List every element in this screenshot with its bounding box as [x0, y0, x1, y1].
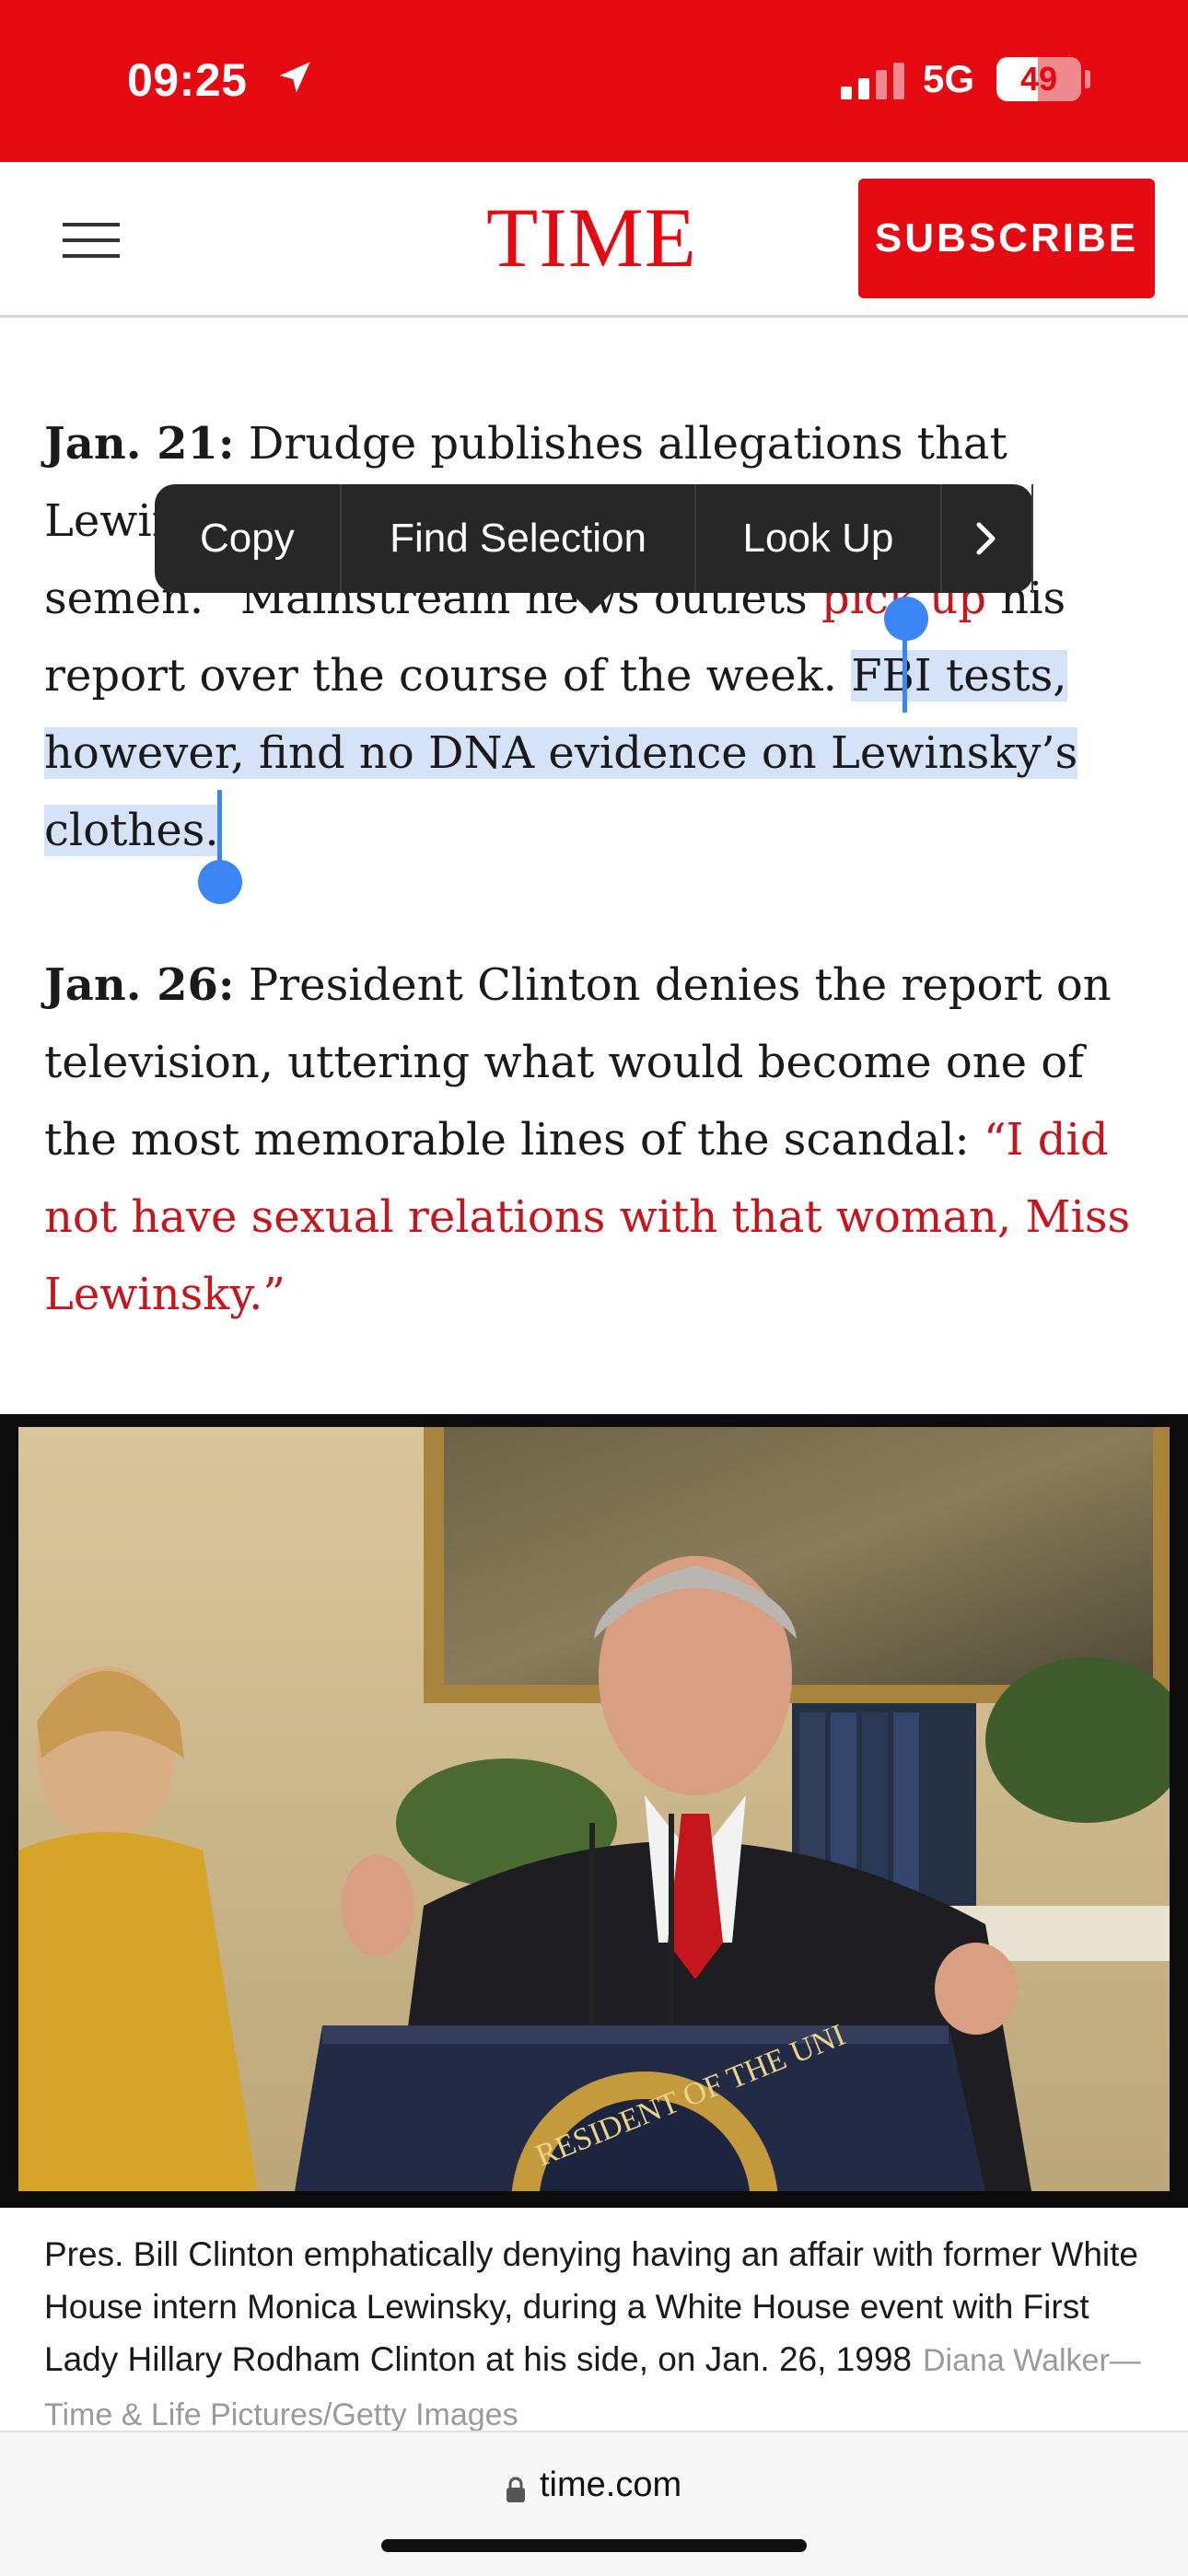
selection-end-handle-bar[interactable]: [217, 790, 222, 871]
battery-icon: 49: [996, 57, 1081, 101]
chevron-right-icon: [976, 522, 996, 555]
find-selection-button[interactable]: Find Selection: [342, 484, 697, 593]
date-label: Jan. 21:: [44, 418, 235, 470]
battery-cap: [1085, 70, 1090, 88]
lock-icon: [507, 2477, 525, 2502]
status-time: 09:25: [127, 54, 248, 106]
subscribe-button[interactable]: SUBSCRIBE: [858, 179, 1155, 298]
hamburger-menu-icon[interactable]: [63, 223, 120, 260]
text-selection-menu: Copy Find Selection Look Up: [155, 484, 1033, 613]
photo-illustration: RESIDENT OF THE UNI: [18, 1427, 1170, 2191]
time-logo[interactable]: TIME: [486, 191, 697, 284]
selection-end-handle[interactable]: [198, 860, 242, 904]
copy-button[interactable]: Copy: [155, 484, 342, 593]
look-up-button[interactable]: Look Up: [696, 484, 942, 593]
date-label: Jan. 26:: [44, 959, 235, 1011]
site-header: TIME SUBSCRIBE: [0, 162, 1188, 318]
url-text[interactable]: time.com: [540, 2466, 681, 2505]
status-bar: 09:25 5G 49: [0, 0, 1188, 162]
network-type: 5G: [923, 57, 975, 100]
article-photo[interactable]: RESIDENT OF THE UNI: [0, 1414, 1188, 2208]
browser-url-bar[interactable]: time.com: [0, 2431, 1188, 2576]
battery-percent: 49: [1019, 60, 1058, 98]
cellular-signal-icon: [841, 63, 904, 99]
home-indicator[interactable]: [381, 2539, 807, 2552]
location-arrow-icon: [279, 62, 310, 93]
more-options-button[interactable]: [942, 484, 1033, 593]
selection-start-handle[interactable]: [884, 597, 928, 641]
article-paragraph: Jan. 26: President Clinton denies the re…: [44, 946, 1149, 1333]
menu-pointer: [571, 593, 611, 613]
article-paragraph: Jan. 21: Drudge publishes allegations th…: [44, 405, 1149, 869]
photo-caption: Pres. Bill Clinton emphatically denying …: [44, 2228, 1149, 2442]
